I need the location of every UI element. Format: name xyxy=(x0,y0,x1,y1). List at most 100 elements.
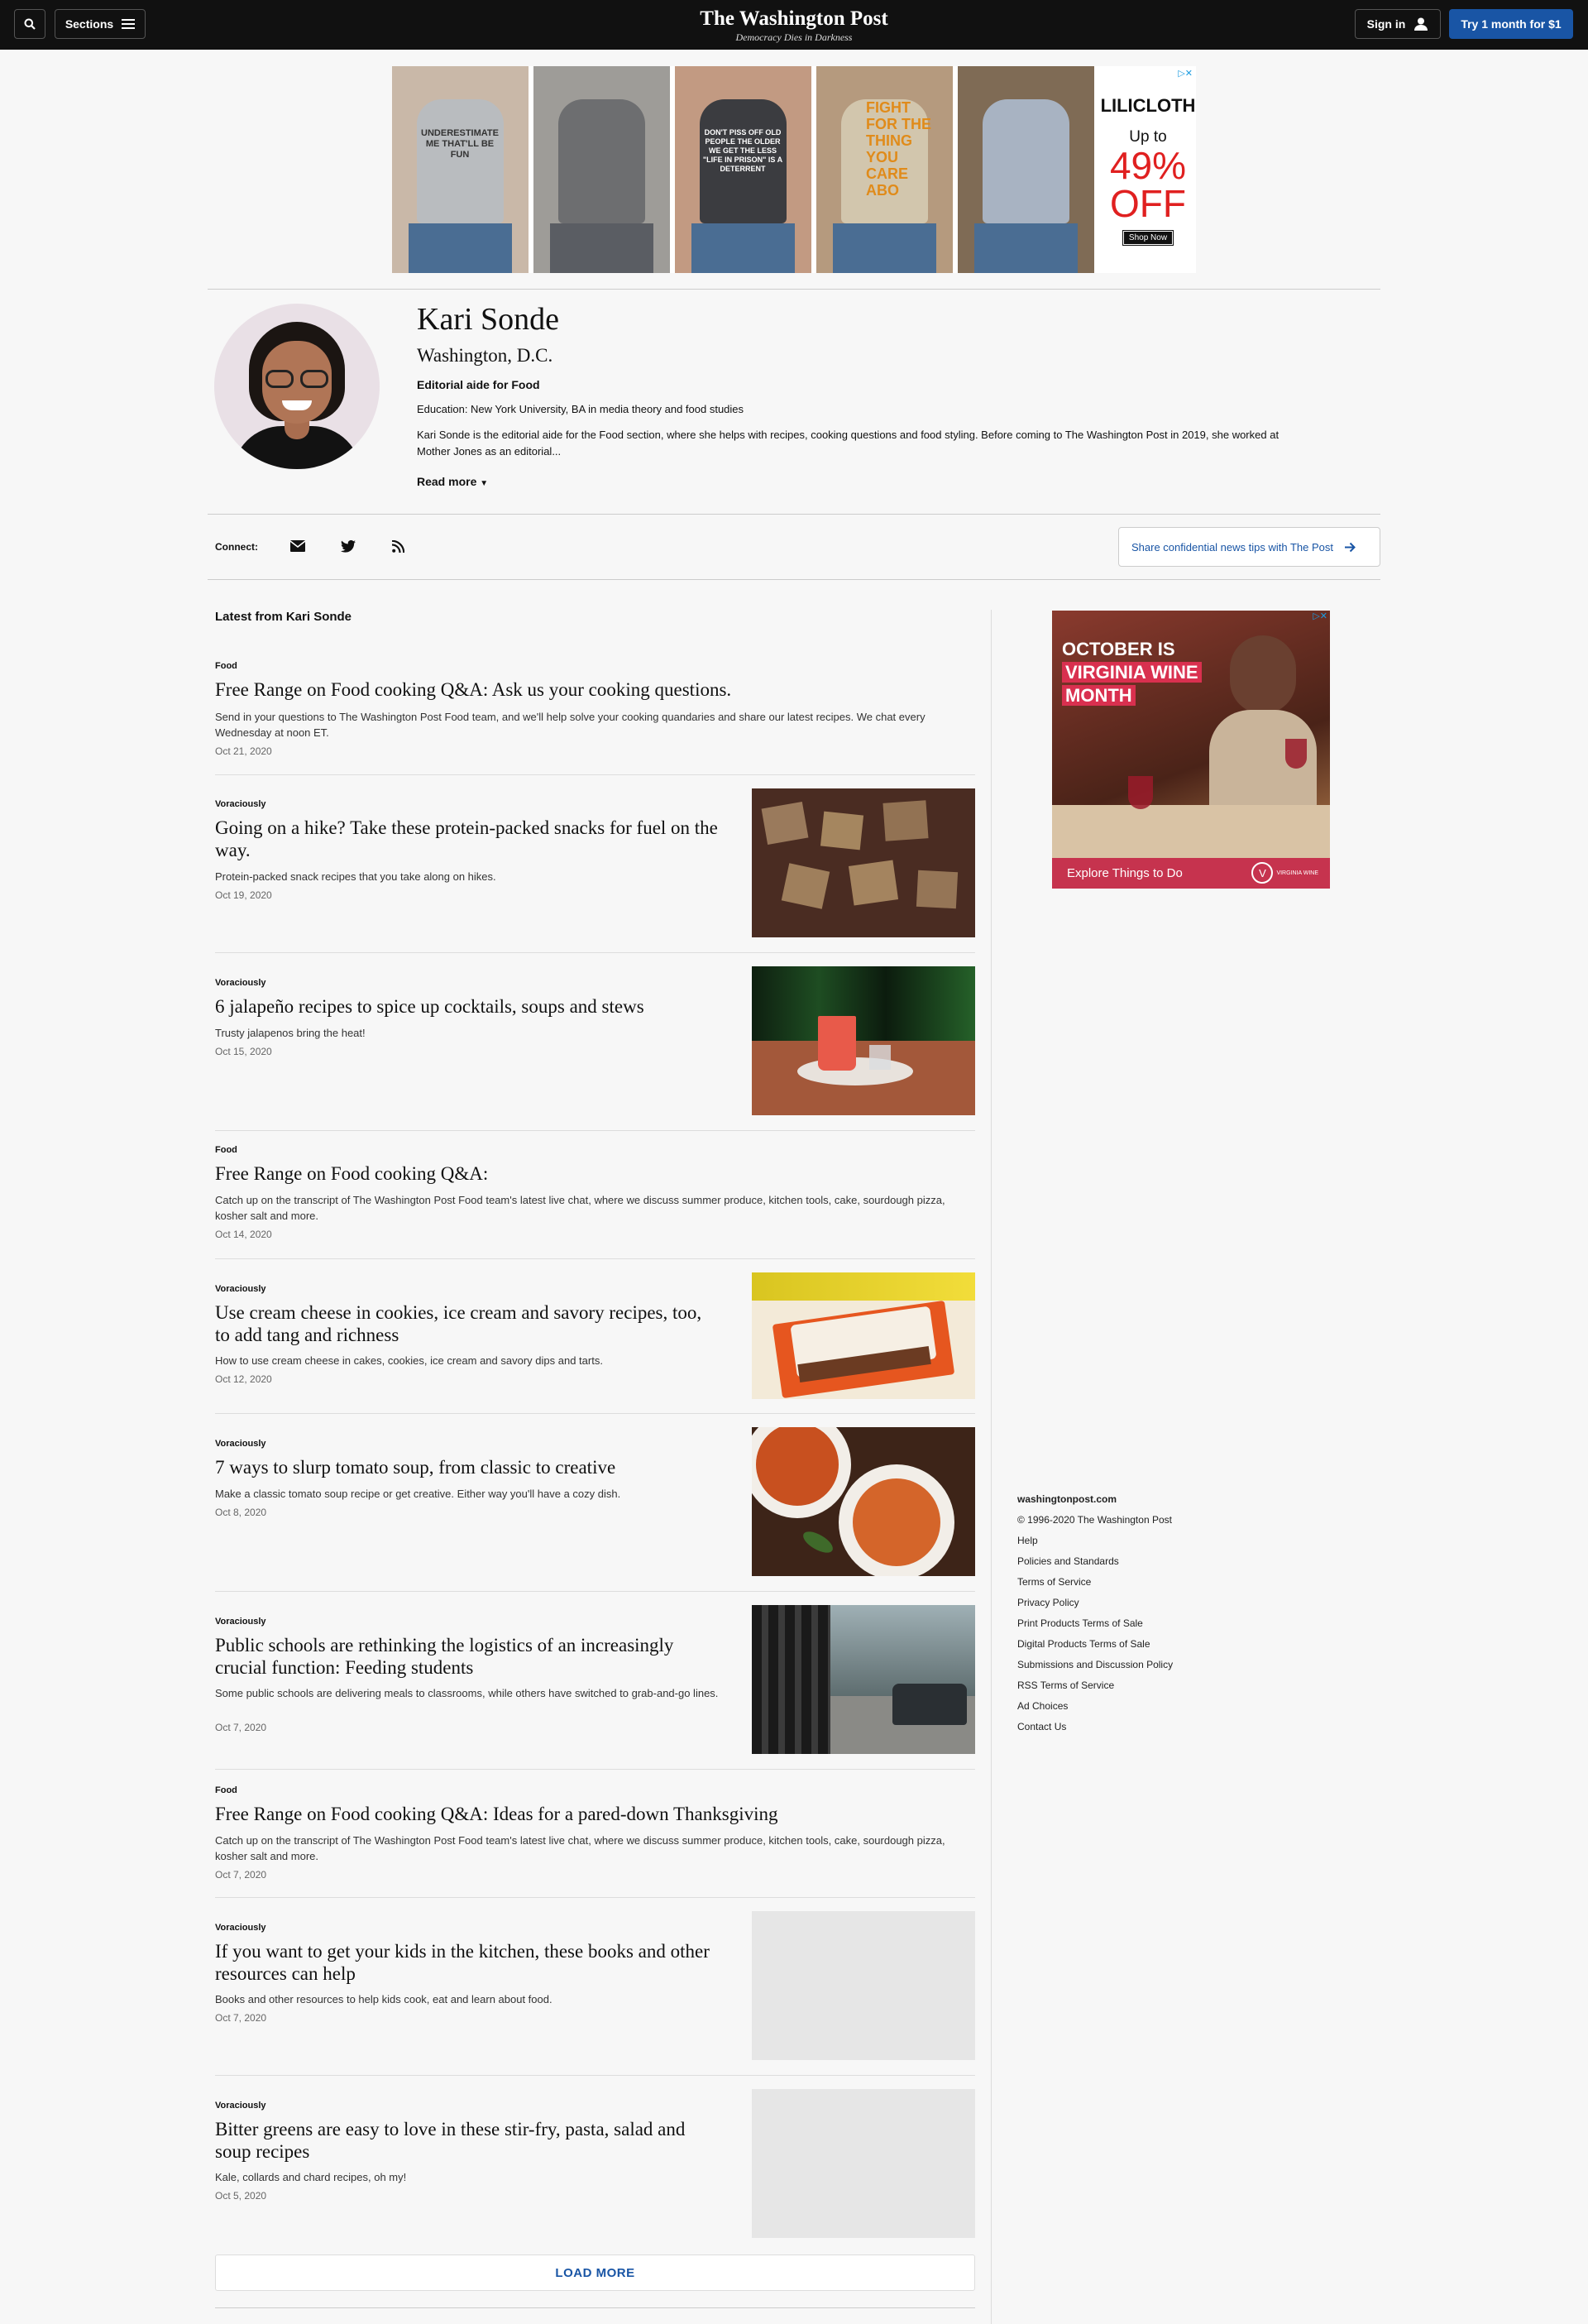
ad-choices-icon[interactable]: ▷✕ xyxy=(1178,68,1193,79)
ad-off: OFF xyxy=(1110,182,1186,225)
virginia-wine-logo-letter: V xyxy=(1251,862,1274,884)
feed-item[interactable]: Voraciously Public schools are rethinkin… xyxy=(215,1592,975,1770)
sign-in-label: Sign in xyxy=(1366,17,1406,31)
footer-link-terms[interactable]: Terms of Service xyxy=(1017,1572,1265,1593)
feed-item[interactable]: Food Free Range on Food cooking Q&A: Ask… xyxy=(215,651,975,775)
item-kicker[interactable]: Food xyxy=(215,661,237,671)
side-ad-line1: OCTOBER IS xyxy=(1062,639,1175,659)
item-thumbnail[interactable] xyxy=(752,1605,975,1754)
footer-site-name[interactable]: washingtonpost.com xyxy=(1017,1489,1265,1510)
site-logo[interactable]: The Washington Post xyxy=(629,7,959,31)
read-more-button[interactable]: Read more ▼ xyxy=(417,475,488,488)
divider xyxy=(208,579,1380,580)
ad-product-tile[interactable] xyxy=(958,66,1094,273)
masthead-logo[interactable]: The Washington Post Democracy Dies in Da… xyxy=(629,7,959,44)
footer-link-policies[interactable]: Policies and Standards xyxy=(1017,1551,1265,1572)
feed-item[interactable]: Voraciously 7 ways to slurp tomato soup,… xyxy=(215,1414,975,1592)
item-date: Oct 7, 2020 xyxy=(215,1869,267,1881)
side-ad-cta[interactable]: Explore Things to Do V VIRGINIA WINE xyxy=(1052,858,1330,889)
caret-down-icon: ▼ xyxy=(480,479,489,488)
item-thumbnail[interactable] xyxy=(752,1272,975,1399)
virginia-wine-logo-text: VIRGINIA WINE xyxy=(1276,870,1318,876)
feed-item[interactable]: Voraciously Bitter greens are easy to lo… xyxy=(215,2076,975,2241)
news-tips-label: Share confidential news tips with The Po… xyxy=(1131,540,1334,553)
side-ad-line3: MONTH xyxy=(1062,685,1136,706)
item-headline[interactable]: 7 ways to slurp tomato soup, from classi… xyxy=(215,1456,720,1478)
item-blurb: Trusty jalapenos bring the heat! xyxy=(215,1027,366,1039)
item-blurb: Catch up on the transcript of The Washin… xyxy=(215,1194,945,1222)
author-bio: Kari Sonde is the editorial aide for the… xyxy=(417,429,1279,458)
item-kicker[interactable]: Food xyxy=(215,1145,237,1155)
item-kicker[interactable]: Voraciously xyxy=(215,1439,266,1449)
item-headline[interactable]: Going on a hike? Take these protein-pack… xyxy=(215,817,720,861)
envelope-icon[interactable] xyxy=(287,536,309,556)
item-kicker[interactable]: Voraciously xyxy=(215,2101,266,2111)
item-headline[interactable]: Free Range on Food cooking Q&A: Ask us y… xyxy=(215,678,975,701)
sections-menu-button[interactable]: Sections xyxy=(55,9,146,39)
ad-product-tile[interactable]: FIGHT FOR THE THING YOU CARE ABO xyxy=(816,66,953,273)
item-blurb: Make a classic tomato soup recipe or get… xyxy=(215,1488,621,1500)
item-headline[interactable]: Free Range on Food cooking Q&A: xyxy=(215,1162,975,1185)
rss-icon[interactable] xyxy=(387,536,409,556)
item-blurb: Some public schools are delivering meals… xyxy=(215,1687,719,1699)
subscribe-trial-button[interactable]: Try 1 month for $1 xyxy=(1449,9,1573,39)
feed-item[interactable]: Food Free Range on Food cooking Q&A: Cat… xyxy=(215,1131,975,1259)
item-kicker[interactable]: Voraciously xyxy=(215,799,266,809)
feed-item[interactable]: Voraciously If you want to get your kids… xyxy=(215,1898,975,2076)
item-kicker[interactable]: Voraciously xyxy=(215,1923,266,1933)
item-headline[interactable]: Use cream cheese in cookies, ice cream a… xyxy=(215,1301,720,1346)
column-divider xyxy=(991,610,992,2324)
side-ad-cta-label: Explore Things to Do xyxy=(1067,866,1183,880)
ad-product-tile[interactable]: UNDERESTIMATE ME THAT'LL BE FUN xyxy=(392,66,529,273)
item-headline[interactable]: Public schools are rethinking the logist… xyxy=(215,1634,720,1679)
sign-in-button[interactable]: Sign in xyxy=(1355,9,1441,39)
item-headline[interactable]: 6 jalapeño recipes to spice up cocktails… xyxy=(215,995,720,1018)
ad-product-tile[interactable] xyxy=(533,66,670,273)
side-advertisement[interactable]: ▷✕ OCTOBER IS VIRGINIA WINE MONTH Explor… xyxy=(1052,611,1330,889)
news-tips-button[interactable]: Share confidential news tips with The Po… xyxy=(1118,527,1380,567)
load-more-button[interactable]: LOAD MORE xyxy=(215,2255,975,2291)
footer-link-ad-choices[interactable]: Ad Choices xyxy=(1017,1696,1265,1717)
item-thumbnail[interactable] xyxy=(752,966,975,1115)
item-date: Oct 12, 2020 xyxy=(215,1373,272,1385)
item-kicker[interactable]: Voraciously xyxy=(215,1617,266,1627)
feed-item[interactable]: Voraciously Use cream cheese in cookies,… xyxy=(215,1259,975,1414)
item-headline[interactable]: If you want to get your kids in the kitc… xyxy=(215,1940,720,1985)
top-navigation: Sections The Washington Post Democracy D… xyxy=(0,0,1588,50)
ad-product-tile[interactable]: DON'T PISS OFF OLD PEOPLE THE OLDER WE G… xyxy=(675,66,811,273)
feed-item[interactable]: Voraciously 6 jalapeño recipes to spice … xyxy=(215,953,975,1131)
side-ad-line2: VIRGINIA WINE xyxy=(1062,662,1202,683)
author-location: Washington, D.C. xyxy=(417,345,553,366)
item-thumbnail-placeholder[interactable] xyxy=(752,1911,975,2060)
footer-link-submissions[interactable]: Submissions and Discussion Policy xyxy=(1017,1655,1265,1675)
footer-link-rss[interactable]: RSS Terms of Service xyxy=(1017,1675,1265,1696)
item-headline[interactable]: Free Range on Food cooking Q&A: Ideas fo… xyxy=(215,1803,975,1825)
item-kicker[interactable]: Food xyxy=(215,1785,237,1795)
item-blurb: Send in your questions to The Washington… xyxy=(215,711,926,739)
feed-item[interactable]: Voraciously Going on a hike? Take these … xyxy=(215,775,975,953)
search-button[interactable] xyxy=(14,9,45,39)
footer-link-privacy[interactable]: Privacy Policy xyxy=(1017,1593,1265,1613)
item-kicker[interactable]: Voraciously xyxy=(215,1284,266,1294)
item-headline[interactable]: Bitter greens are easy to love in these … xyxy=(215,2118,720,2163)
twitter-icon[interactable] xyxy=(337,536,359,556)
top-advertisement[interactable]: UNDERESTIMATE ME THAT'LL BE FUN DON'T PI… xyxy=(392,66,1196,273)
item-date: Oct 7, 2020 xyxy=(215,2012,267,2024)
footer-link-contact[interactable]: Contact Us xyxy=(1017,1717,1265,1737)
footer-link-print-terms[interactable]: Print Products Terms of Sale xyxy=(1017,1613,1265,1634)
ad-choices-icon[interactable]: ▷✕ xyxy=(1313,611,1327,621)
author-avatar xyxy=(214,304,380,469)
item-thumbnail[interactable] xyxy=(752,788,975,937)
side-ad-headline: OCTOBER IS VIRGINIA WINE MONTH xyxy=(1062,638,1202,707)
item-thumbnail-placeholder[interactable] xyxy=(752,2089,975,2238)
ad-shirt-text: DON'T PISS OFF OLD PEOPLE THE OLDER WE G… xyxy=(702,128,783,173)
ad-brand-panel[interactable]: ▷✕ LILICLOTH Up to 49% OFF Shop Now xyxy=(1100,66,1196,273)
feed-item[interactable]: Food Free Range on Food cooking Q&A: Ide… xyxy=(215,1770,975,1898)
item-date: Oct 19, 2020 xyxy=(215,889,272,901)
item-kicker[interactable]: Voraciously xyxy=(215,978,266,988)
ad-shop-now-button[interactable]: Shop Now xyxy=(1122,230,1174,246)
footer-link-digital-terms[interactable]: Digital Products Terms of Sale xyxy=(1017,1634,1265,1655)
item-date: Oct 5, 2020 xyxy=(215,2190,267,2202)
item-thumbnail[interactable] xyxy=(752,1427,975,1576)
footer-link-help[interactable]: Help xyxy=(1017,1531,1265,1551)
